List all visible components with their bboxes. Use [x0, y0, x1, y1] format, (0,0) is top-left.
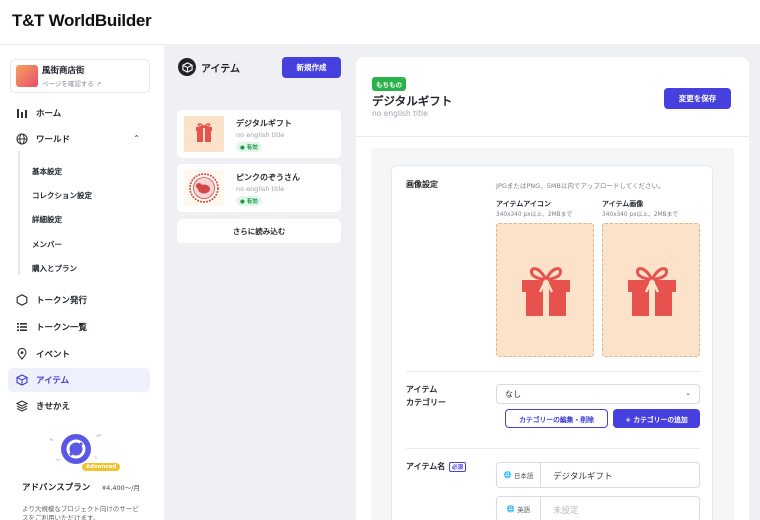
subnav-basic[interactable]: 基本設定 [32, 166, 62, 177]
nav-world-label: ワールド [36, 135, 71, 145]
image-settings-label: 画像設定 [406, 180, 438, 189]
save-changes-button[interactable]: 変更を保存 [664, 88, 731, 109]
chevron-down-icon: ⌄ [685, 389, 691, 397]
item-name-label: アイテム名 [406, 462, 446, 471]
icon-image-label: アイテムアイコン [496, 200, 551, 208]
detail-subtitle: no english title [372, 109, 428, 118]
add-category-button[interactable]: + カテゴリーの追加 [613, 409, 700, 428]
name-en-placeholder: 未設定 [553, 506, 579, 516]
icon-image-spec: 340x340 px以上、2MBまで [496, 212, 573, 218]
item-thumbnail [184, 116, 224, 152]
edit-category-button[interactable]: カテゴリーの編集・削除 [505, 409, 608, 428]
nav-home-label: ホーム [36, 109, 62, 119]
lang-tag: 🌐 英語 [497, 497, 541, 520]
item-card[interactable]: ピンクのぞうさん no english title ● 有効 [177, 164, 341, 212]
nav-token-issue-label: トークン発行 [36, 296, 88, 306]
item-name: ピンクのぞうさん [236, 173, 300, 182]
status-text: 有効 [246, 145, 258, 151]
app-logo[interactable]: T&T WorldBuilder [12, 11, 152, 31]
category-value: なし [505, 390, 521, 399]
subnav-plans[interactable]: 購入とプラン [32, 263, 77, 274]
bar-chart-icon [17, 109, 27, 118]
nav-token-list-label: トークン一覧 [36, 323, 88, 333]
nav-item[interactable]: アイテム [8, 368, 150, 392]
cube-icon [178, 58, 196, 76]
subnav-details[interactable]: 詳細設定 [32, 214, 62, 225]
location-pin-icon [17, 348, 27, 360]
elephant-stamp-icon [189, 173, 219, 203]
globe-icon [16, 133, 28, 145]
item-image-label: アイテム画像 [602, 200, 644, 208]
lang-tag: 🌐 日本語 [497, 463, 541, 487]
cube-icon [16, 374, 28, 386]
nav-dressup[interactable]: きせかえ [8, 394, 150, 418]
icon-image-upload[interactable] [496, 223, 594, 357]
status-text: 有効 [246, 199, 258, 205]
shop-selector[interactable]: 風街商店街 ページを確認する ↗ [10, 59, 150, 93]
sidebar: 風街商店街 ページを確認する ↗ ホーム ワールド ⌃ 基本設定 コレクション設… [0, 44, 164, 520]
gift-icon [196, 123, 212, 142]
chevron-up-icon[interactable]: ⌃ [133, 134, 140, 143]
status-badge: ● 有効 [236, 142, 262, 152]
name-en-field[interactable]: 🌐 英語 未設定 [496, 496, 700, 520]
required-badge: 必須 [449, 462, 467, 472]
item-card[interactable]: デジタルギフト no english title ● 有効 [177, 110, 341, 158]
item-name: デジタルギフト [236, 119, 292, 128]
item-detail-panel: もちもの デジタルギフト no english title 変更を保存 画像設定… [356, 57, 749, 520]
advanced-badge: Advanced [82, 463, 121, 471]
category-label: アイテム カテゴリー [406, 385, 446, 407]
list-title: アイテム [201, 64, 240, 75]
nav-world[interactable]: ワールド ⌃ [8, 127, 150, 151]
new-item-button[interactable]: 新規作成 [282, 57, 341, 78]
item-subtitle: no english title [236, 131, 285, 139]
nav-home[interactable]: ホーム [8, 101, 150, 125]
view-page-link[interactable]: ページを確認する ↗ [42, 78, 101, 88]
status-badge: ● 有効 [236, 196, 262, 206]
nav-token-list[interactable]: トークン一覧 [8, 315, 150, 339]
load-more-button[interactable]: さらに読み込む [177, 219, 341, 243]
nav-token-issue[interactable]: トークン発行 [8, 288, 150, 312]
image-hint: JPGまたはPNG、5MB以内でアップロードしてください。 [496, 182, 665, 190]
lang-ja-label: 日本語 [513, 472, 534, 480]
name-ja-value: デジタルギフト [553, 472, 613, 482]
subnav-line [18, 151, 20, 275]
category-tag: もちもの [372, 77, 406, 91]
promo-price: ¥4,400〜/月 [102, 484, 140, 492]
item-list-panel: アイテム 新規作成 デジタルギフト no english title ● 有効 … [164, 44, 354, 520]
layers-icon [16, 400, 28, 412]
top-bar: T&T WorldBuilder [0, 0, 760, 44]
promo-title: アドバンスプラン [22, 483, 91, 493]
list-icon [17, 323, 27, 331]
nav-event[interactable]: イベント [8, 342, 150, 366]
item-image-upload[interactable] [602, 223, 700, 357]
item-subtitle: no english title [236, 185, 285, 193]
plan-promo[interactable]: Advanced アドバンスプラン ¥4,400〜/月 より大規模なプロジェクト… [10, 423, 150, 520]
lang-en-label: 英語 [517, 506, 531, 514]
item-thumbnail [184, 170, 224, 206]
gift-icon [522, 267, 570, 316]
divider [356, 136, 749, 137]
promo-description: より大規模なプロジェクト向けのサービスをご利用いただけます。 [22, 505, 139, 520]
item-image-spec: 340x340 px以上、2MBまで [602, 212, 679, 218]
nav-item-label: アイテム [36, 376, 70, 386]
section-divider [406, 448, 700, 449]
nav-event-label: イベント [36, 350, 71, 360]
shop-avatar [16, 65, 38, 87]
item-form: 画像設定 JPGまたはPNG、5MB以内でアップロードしてください。 アイテムア… [391, 165, 713, 520]
section-divider [406, 371, 700, 372]
gift-icon [628, 267, 676, 316]
category-select[interactable]: なし ⌄ [496, 384, 700, 404]
form-background: 画像設定 JPGまたはPNG、5MB以内でアップロードしてください。 アイテムア… [371, 148, 734, 520]
name-ja-field[interactable]: 🌐 日本語 デジタルギフト [496, 462, 700, 488]
detail-title: デジタルギフト [372, 94, 453, 108]
subnav-collection[interactable]: コレクション設定 [32, 190, 92, 201]
subnav-members[interactable]: メンバー [32, 239, 62, 250]
shop-name: 風街商店街 [42, 66, 85, 76]
nav-dressup-label: きせかえ [36, 402, 71, 412]
hexagon-icon [16, 294, 28, 306]
